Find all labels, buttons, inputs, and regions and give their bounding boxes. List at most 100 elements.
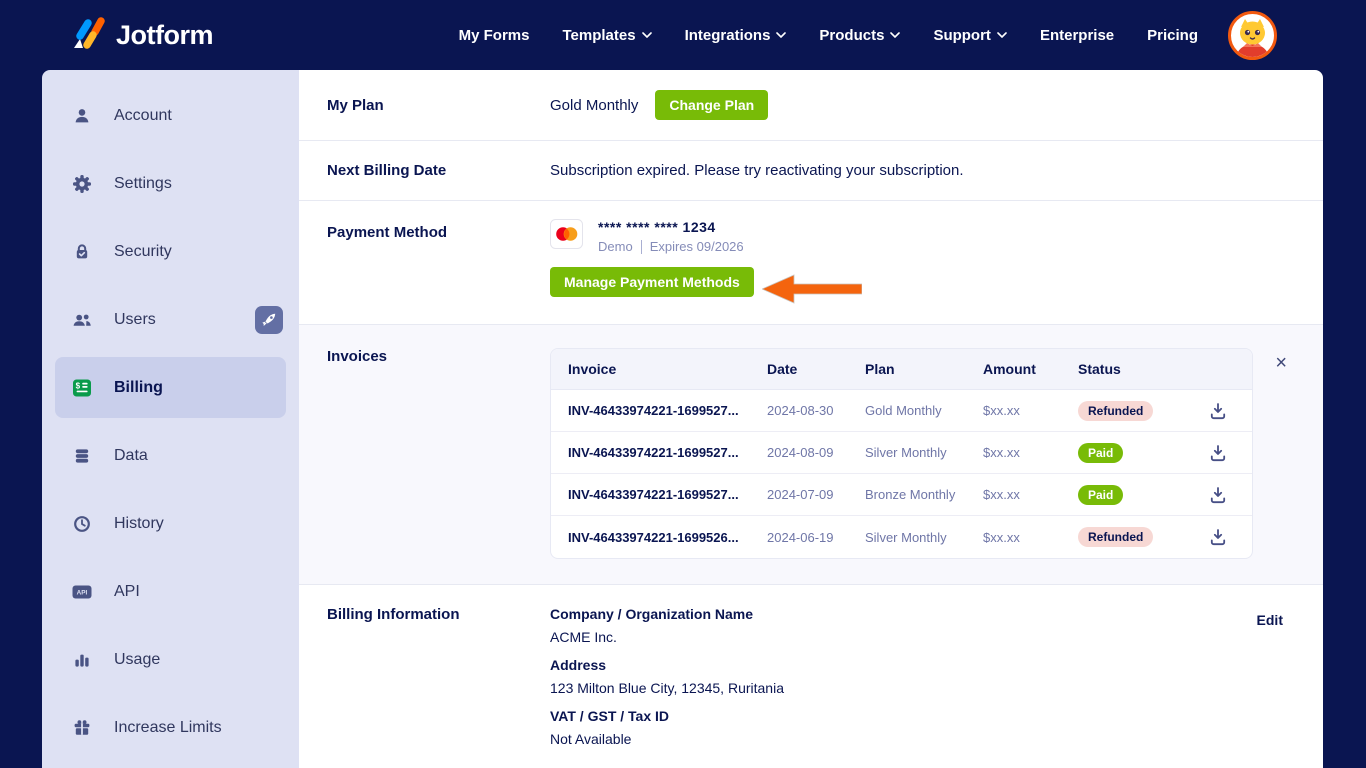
nav-pricing[interactable]: Pricing: [1147, 27, 1198, 44]
invoices-table-header: Invoice Date Plan Amount Status: [551, 349, 1252, 390]
top-navbar: Jotform My Forms Templates Integrations …: [0, 0, 1366, 70]
manage-payment-methods-button[interactable]: Manage Payment Methods: [550, 267, 754, 297]
chevron-down-icon: [997, 32, 1007, 38]
payment-method-row: Payment Method **** **** **** 1234 Demo …: [299, 201, 1323, 325]
current-plan-value: Gold Monthly: [550, 96, 639, 114]
gift-icon: [74, 720, 90, 735]
invoices-section: Invoices Invoice Date Plan Amount Status…: [299, 325, 1323, 585]
invoice-amount: $xx.xx: [983, 487, 1020, 502]
invoice-date: 2024-06-19: [767, 529, 834, 545]
settings-sidebar: Account Settings Security Users $ Billin…: [42, 70, 299, 768]
chevron-down-icon: [890, 32, 901, 38]
sidebar-item-increase-limits[interactable]: Increase Limits: [42, 694, 299, 762]
billing-field: Address 123 Milton Blue City, 12345, Rur…: [550, 657, 784, 696]
next-billing-value: Subscription expired. Please try reactiv…: [550, 162, 964, 179]
payment-method-label: Payment Method: [327, 224, 448, 241]
card-expiry: Expires 09/2026: [649, 239, 744, 254]
download-icon: [1210, 486, 1226, 503]
card-number: **** **** **** 1234: [598, 219, 716, 235]
sidebar-item-api[interactable]: API API: [42, 558, 299, 626]
svg-text:$: $: [76, 381, 81, 390]
invoices-label: Invoices: [327, 348, 388, 365]
field-name: Address: [550, 657, 607, 673]
users-icon: [73, 314, 91, 326]
nav-integrations[interactable]: Integrations: [685, 27, 787, 44]
invoice-amount: $xx.xx: [983, 403, 1020, 418]
status-badge: Refunded: [1078, 527, 1154, 547]
sidebar-item-account[interactable]: Account: [42, 82, 299, 150]
nav-support[interactable]: Support: [933, 27, 1007, 44]
download-invoice-button[interactable]: [1208, 401, 1228, 421]
sidebar-item-users[interactable]: Users: [42, 286, 299, 354]
annotation-arrow-icon: [761, 274, 863, 304]
user-avatar[interactable]: [1228, 10, 1277, 60]
status-badge: Paid: [1078, 484, 1124, 505]
mastercard-icon: [550, 219, 583, 249]
nav-my-forms[interactable]: My Forms: [459, 27, 530, 44]
my-plan-row: My Plan Gold Monthly Change Plan: [299, 70, 1323, 141]
sidebar-item-settings[interactable]: Settings: [42, 150, 299, 218]
gear-icon: [73, 175, 91, 193]
sidebar-item-data[interactable]: Data: [42, 422, 299, 490]
nav-products[interactable]: Products: [819, 27, 901, 44]
invoice-date: 2024-08-30: [767, 403, 834, 418]
jotform-logo-text: Jotform: [116, 19, 214, 50]
field-value: Not Available: [550, 731, 632, 747]
field-value: ACME Inc.: [550, 629, 617, 645]
close-icon[interactable]: ×: [1275, 353, 1287, 373]
billing-field: Company / Organization Name ACME Inc.: [550, 606, 784, 645]
sidebar-item-billing[interactable]: $ Billing: [55, 357, 286, 418]
billing-panel: My Plan Gold Monthly Change Plan Next Bi…: [299, 70, 1323, 768]
status-badge: Refunded: [1078, 400, 1154, 421]
jotform-logo[interactable]: Jotform: [66, 13, 214, 58]
svg-text:API: API: [77, 590, 88, 597]
invoice-id: INV-46433974221-1699526...: [568, 529, 739, 545]
billing-field: VAT / GST / Tax ID Not Available: [550, 708, 784, 747]
sidebar-item-history[interactable]: History: [42, 490, 299, 558]
invoice-date: 2024-07-09: [767, 487, 834, 502]
invoice-date: 2024-08-09: [767, 445, 834, 460]
user-icon: [75, 109, 89, 123]
card-details: Demo Expires 09/2026: [598, 239, 744, 254]
next-billing-label: Next Billing Date: [327, 162, 447, 179]
bar-chart-icon: [75, 654, 89, 667]
card-holder: Demo: [598, 239, 633, 254]
billing-information-section: Billing Information Company / Organizati…: [299, 585, 1323, 747]
clock-icon: [74, 516, 90, 532]
sidebar-item-security[interactable]: Security: [42, 218, 299, 286]
my-plan-label: My Plan: [327, 96, 384, 114]
download-icon: [1210, 529, 1226, 546]
nav-enterprise[interactable]: Enterprise: [1040, 27, 1114, 44]
invoice-id: INV-46433974221-1699527...: [568, 403, 739, 418]
invoice-row: INV-46433974221-1699527... 2024-07-09 Br…: [551, 474, 1252, 516]
api-icon: API: [72, 585, 92, 599]
field-name: VAT / GST / Tax ID: [550, 708, 670, 724]
edit-billing-info-button[interactable]: Edit: [1257, 612, 1283, 628]
database-icon: [75, 449, 89, 463]
invoice-row: INV-46433974221-1699527... 2024-08-09 Si…: [551, 432, 1252, 474]
sidebar-item-usage[interactable]: Usage: [42, 626, 299, 694]
invoices-table: Invoice Date Plan Amount Status INV-4643…: [550, 348, 1253, 559]
invoice-row: INV-46433974221-1699527... 2024-08-30 Go…: [551, 390, 1252, 432]
invoice-id: INV-46433974221-1699527...: [568, 445, 739, 460]
invoice-plan: Silver Monthly: [865, 529, 947, 545]
next-billing-row: Next Billing Date Subscription expired. …: [299, 141, 1323, 201]
invoice-plan: Silver Monthly: [865, 445, 947, 460]
billing-information-label: Billing Information: [327, 606, 460, 623]
change-plan-button[interactable]: Change Plan: [655, 90, 769, 120]
invoice-id: INV-46433974221-1699527...: [568, 487, 739, 502]
nav-links: My Forms Templates Integrations Products…: [459, 27, 1198, 44]
download-invoice-button[interactable]: [1208, 443, 1228, 463]
invoice-plan: Gold Monthly: [865, 403, 942, 418]
download-invoice-button[interactable]: [1208, 485, 1228, 505]
download-invoice-button[interactable]: [1208, 527, 1228, 547]
nav-templates[interactable]: Templates: [562, 27, 652, 44]
invoice-amount: $xx.xx: [983, 445, 1020, 460]
status-badge: Paid: [1078, 442, 1124, 463]
rocket-badge-icon: [255, 306, 283, 334]
divider: [640, 239, 642, 254]
download-icon: [1210, 402, 1226, 419]
download-icon: [1210, 444, 1226, 461]
chevron-down-icon: [641, 32, 652, 38]
field-name: Company / Organization Name: [550, 606, 754, 622]
